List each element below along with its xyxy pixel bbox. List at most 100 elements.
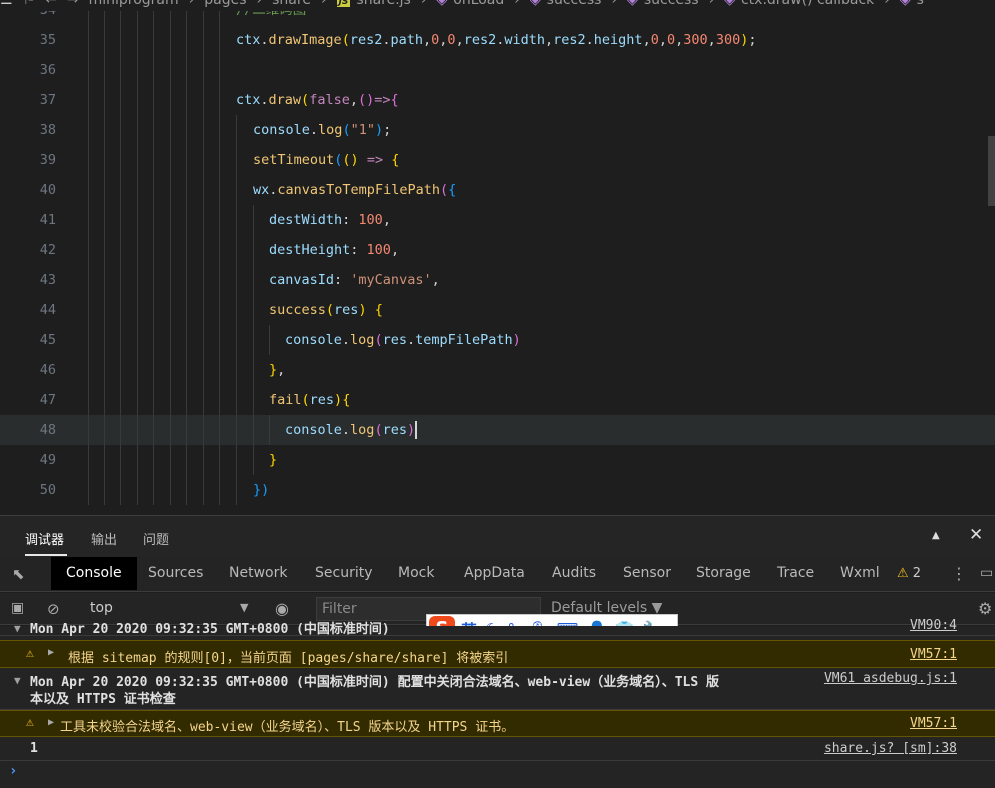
- code-line[interactable]: 49}: [0, 445, 995, 475]
- breadcrumb-item-success-1[interactable]: ◈ success: [530, 0, 602, 8]
- console-prompt[interactable]: ›: [9, 763, 17, 779]
- panel-tab-output[interactable]: 输出: [91, 529, 117, 548]
- warning-count-badge[interactable]: ⚠ 2: [897, 566, 921, 581]
- line-number[interactable]: 47: [0, 385, 56, 415]
- breadcrumb-item-pages[interactable]: pages: [204, 0, 246, 8]
- devtools-tab-sensor[interactable]: Sensor: [608, 557, 686, 590]
- show-sidebar-icon[interactable]: ▣: [11, 600, 24, 616]
- source-link[interactable]: share.js? [sm]:38: [824, 741, 957, 756]
- line-number[interactable]: 43: [0, 265, 56, 295]
- code-line[interactable]: 38 console.log("1");: [0, 115, 995, 145]
- close-panel-icon[interactable]: ✕: [969, 525, 983, 545]
- back-arrow-icon[interactable]: ←: [45, 0, 57, 8]
- code-line[interactable]: 36: [0, 55, 995, 85]
- panel-tab-problems[interactable]: 问题: [143, 529, 169, 548]
- breadcrumb-item-share-js[interactable]: JS share.js: [336, 0, 411, 8]
- menu-icon[interactable]: ☰: [0, 0, 13, 8]
- line-number[interactable]: 36: [0, 55, 56, 85]
- code-line[interactable]: 46},: [0, 355, 995, 385]
- code-editor[interactable]: 34 //二维码图 35 ctx.drawImage(res2.path,0,0,re…: [0, 11, 995, 515]
- console-group-message[interactable]: ▼ Mon Apr 20 2020 09:32:35 GMT+0800 (中国标…: [0, 668, 995, 710]
- line-number[interactable]: 38: [0, 115, 56, 145]
- console-settings-gear-icon[interactable]: ⚙: [978, 599, 992, 618]
- expand-triangle-icon[interactable]: ▶: [48, 647, 54, 658]
- clear-console-icon[interactable]: ⊘: [47, 600, 60, 618]
- expand-triangle-icon[interactable]: ▼: [14, 674, 21, 687]
- line-number[interactable]: 35: [0, 25, 56, 55]
- code-line[interactable]: 45 console.log(res.tempFilePath): [0, 325, 995, 355]
- live-expression-eye-icon[interactable]: ◉: [275, 599, 289, 618]
- line-number[interactable]: 34: [0, 11, 56, 25]
- source-link[interactable]: VM57:1: [910, 716, 957, 731]
- expand-triangle-icon[interactable]: ▼: [14, 622, 21, 635]
- code-text[interactable]: destHeight: 100,: [269, 235, 399, 265]
- context-dropdown-icon[interactable]: ▼: [240, 601, 248, 614]
- code-text[interactable]: setTimeout(() => {: [253, 145, 399, 175]
- code-text[interactable]: }: [269, 445, 277, 475]
- inspect-element-icon[interactable]: ⬉: [12, 565, 25, 583]
- devtools-tab-console[interactable]: Console: [51, 557, 137, 590]
- context-selector[interactable]: top: [90, 600, 113, 616]
- line-number[interactable]: 41: [0, 205, 56, 235]
- code-line[interactable]: 35 ctx.drawImage(res2.path,0,0,res2.width…: [0, 25, 995, 55]
- console-warning-message[interactable]: ⚠ ▶ 根据 sitemap 的规则[0]，当前页面 [pages/share/…: [0, 640, 995, 668]
- code-text[interactable]: }): [253, 475, 269, 505]
- devtools-tab-appdata[interactable]: AppData: [449, 557, 540, 590]
- code-text[interactable]: ctx.draw(false,()=>{: [236, 85, 399, 115]
- code-text[interactable]: destWidth: 100,: [269, 205, 391, 235]
- source-link[interactable]: VM57:1: [910, 647, 957, 662]
- code-text[interactable]: //二维码图: [236, 11, 306, 25]
- line-number[interactable]: 49: [0, 445, 56, 475]
- devtools-tab-sources[interactable]: Sources: [133, 557, 218, 590]
- code-text[interactable]: fail(res){: [269, 385, 350, 415]
- code-text[interactable]: console.log("1");: [253, 115, 391, 145]
- code-line[interactable]: 39 setTimeout(() => {: [0, 145, 995, 175]
- code-line[interactable]: 50}): [0, 475, 995, 505]
- source-link[interactable]: VM90:4: [910, 618, 957, 633]
- console-warning-message[interactable]: ⚠ ▶ 工具未校验合法域名、web-view（业务域名）、TLS 版本以及 HT…: [0, 710, 995, 737]
- code-line[interactable]: 41 destWidth: 100,: [0, 205, 995, 235]
- line-number[interactable]: 48: [0, 415, 56, 445]
- expand-triangle-icon[interactable]: ▶: [48, 717, 54, 728]
- maximize-panel-icon[interactable]: ▲: [932, 530, 940, 541]
- line-number[interactable]: 40: [0, 175, 56, 205]
- breadcrumb-item-success-2[interactable]: ◈ success: [627, 0, 699, 8]
- code-text[interactable]: console.log(res.tempFilePath): [285, 325, 521, 355]
- more-options-icon[interactable]: ⋮: [951, 564, 967, 583]
- line-number[interactable]: 50: [0, 475, 56, 505]
- code-line[interactable]: 43 canvasId: 'myCanvas',: [0, 265, 995, 295]
- code-line[interactable]: 37 ctx.draw(false,()=>{: [0, 85, 995, 115]
- panel-tab-debugger[interactable]: 调试器: [25, 529, 64, 548]
- devtools-tab-network[interactable]: Network: [214, 557, 302, 590]
- devtools-tab-wxml[interactable]: Wxml: [825, 557, 895, 590]
- line-number[interactable]: 37: [0, 85, 56, 115]
- breadcrumb-item-truncated[interactable]: ◈ s: [900, 0, 924, 8]
- code-line[interactable]: 34 //二维码图: [0, 11, 995, 25]
- devtools-tab-security[interactable]: Security: [300, 557, 388, 590]
- console-log-message[interactable]: 1 share.js? [sm]:38: [0, 737, 995, 761]
- line-number[interactable]: 45: [0, 325, 56, 355]
- console-output[interactable]: ▼ Mon Apr 20 2020 09:32:35 GMT+0800 (中国标…: [0, 618, 995, 788]
- devtools-tab-audits[interactable]: Audits: [537, 557, 611, 590]
- code-line[interactable]: 48 console.log(res): [0, 415, 995, 445]
- line-number[interactable]: 44: [0, 295, 56, 325]
- code-text[interactable]: canvasId: 'myCanvas',: [269, 265, 440, 295]
- devtools-tab-mock[interactable]: Mock: [383, 557, 449, 590]
- forward-arrow-icon[interactable]: →: [67, 0, 79, 8]
- code-line[interactable]: 40 wx.canvasToTempFilePath({: [0, 175, 995, 205]
- breadcrumb-item-miniprogram[interactable]: miniprogram: [89, 0, 179, 8]
- console-group-message[interactable]: ▼ Mon Apr 20 2020 09:32:35 GMT+0800 (中国标…: [0, 618, 995, 637]
- code-text[interactable]: },: [269, 355, 285, 385]
- devtools-tab-storage[interactable]: Storage: [681, 557, 766, 590]
- code-text[interactable]: ctx.drawImage(res2.path,0,0,res2.width,r…: [236, 25, 756, 55]
- dock-side-icon[interactable]: ▭: [980, 565, 993, 581]
- code-text[interactable]: console.log(res): [285, 415, 418, 445]
- devtools-tab-trace[interactable]: Trace: [762, 557, 829, 590]
- line-number[interactable]: 39: [0, 145, 56, 175]
- code-line[interactable]: 47 fail(res){: [0, 385, 995, 415]
- bookmark-icon[interactable]: ⚐: [23, 0, 36, 8]
- code-text[interactable]: success(res) {: [269, 295, 383, 325]
- breadcrumb-item-share[interactable]: share: [272, 0, 311, 8]
- line-number[interactable]: 46: [0, 355, 56, 385]
- code-line[interactable]: 44 success(res) {: [0, 295, 995, 325]
